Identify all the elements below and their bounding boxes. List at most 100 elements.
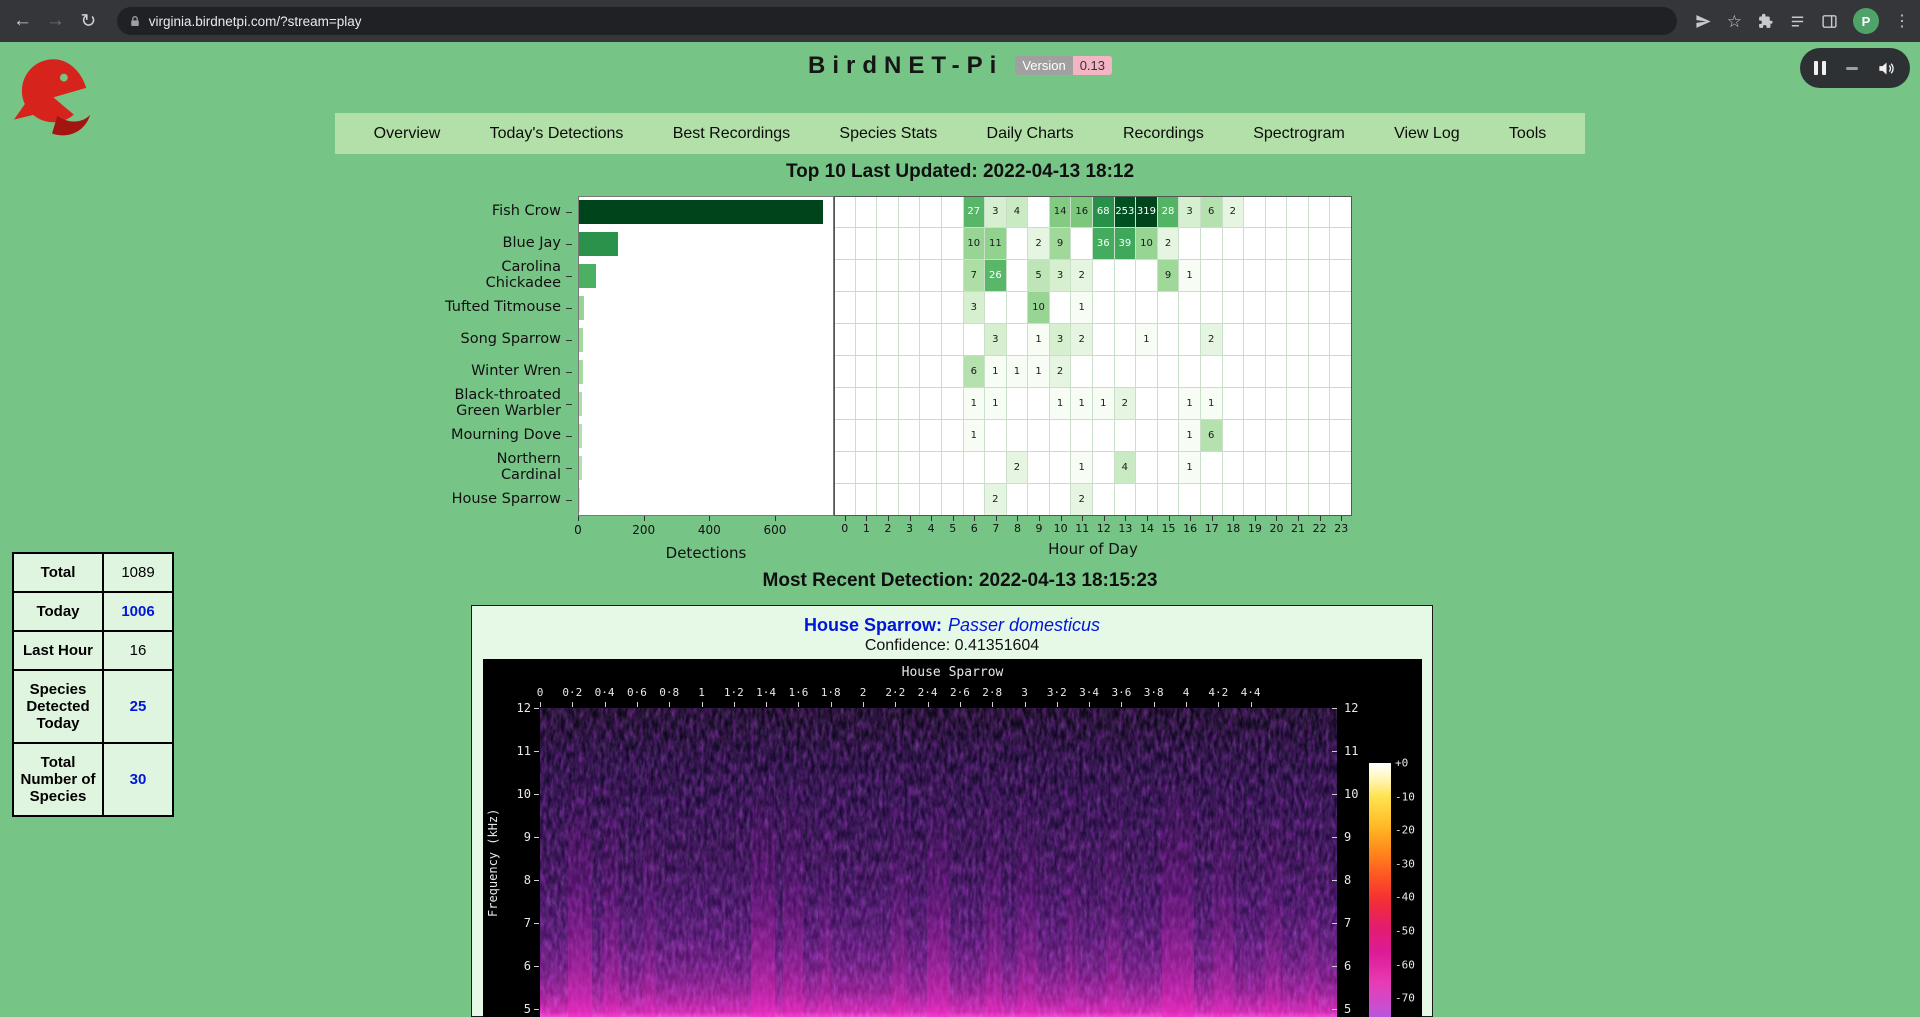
detections-bar [579, 488, 580, 512]
heatmap-cell [1136, 420, 1158, 452]
stat-value[interactable]: 25 [103, 670, 173, 743]
heatmap-cell [1136, 356, 1158, 388]
spectrogram-plot [540, 708, 1337, 1017]
heatmap-cell [899, 452, 921, 484]
version-badge-label: Version [1015, 56, 1072, 75]
kebab-menu-icon[interactable]: ⋮ [1894, 11, 1910, 31]
heatmap-cell [1136, 292, 1158, 324]
nav-item-recordings[interactable]: Recordings [1117, 125, 1210, 143]
version-badge: Version 0.13 [1015, 56, 1112, 75]
confidence-label: Confidence: [865, 637, 950, 654]
heatmap-cell [1179, 484, 1201, 516]
bar-xaxis-label: Detections [578, 544, 834, 562]
heatmap-cell [1266, 484, 1288, 516]
detection-common-name[interactable]: House Sparrow: [804, 615, 942, 635]
reload-button[interactable]: ↻ [76, 6, 101, 36]
spectrogram-time-label: 3·2 [1047, 686, 1067, 699]
heatmap-cell [877, 356, 899, 388]
spectrogram-freq-label-right: 11 [1344, 744, 1358, 758]
nav-item-best-recordings[interactable]: Best Recordings [667, 125, 796, 143]
spectrogram-time-label: 3·6 [1111, 686, 1131, 699]
player-timeline[interactable] [1846, 67, 1858, 70]
species-label: Fish Crow [492, 204, 561, 220]
hour-tick [866, 516, 867, 521]
extensions-icon[interactable] [1757, 13, 1774, 30]
profile-avatar[interactable]: P [1853, 8, 1879, 34]
stat-label: Last Hour [13, 631, 103, 670]
spectrogram-time-tick [734, 702, 735, 707]
stat-value[interactable]: 1006 [103, 592, 173, 631]
detections-bar-plot [578, 196, 834, 516]
nav-item-overview[interactable]: Overview [368, 125, 447, 143]
heatmap-cell [920, 324, 942, 356]
heatmap-cell [1158, 324, 1180, 356]
side-panel-icon[interactable] [1821, 13, 1838, 30]
reading-list-icon[interactable] [1789, 13, 1806, 30]
heatmap-cell: 2 [1050, 356, 1072, 388]
colorbar-tick-label: -50 [1395, 925, 1415, 938]
spectrogram-time-label: 1·4 [756, 686, 776, 699]
stat-value[interactable]: 30 [103, 743, 173, 816]
heatmap-cell [1287, 388, 1309, 420]
spectrogram-time-tick [863, 702, 864, 707]
heatmap-cell [1136, 388, 1158, 420]
heatmap-cell: 1 [1007, 356, 1029, 388]
bar-tick [709, 516, 710, 521]
bookmark-star-icon[interactable]: ☆ [1727, 13, 1742, 30]
nav-item-daily-charts[interactable]: Daily Charts [981, 125, 1080, 143]
heatmap-cell [899, 228, 921, 260]
nav-item-species-stats[interactable]: Species Stats [833, 125, 943, 143]
volume-icon[interactable] [1877, 59, 1896, 78]
heatmap-cell [942, 452, 964, 484]
heatmap-cell: 2 [1115, 388, 1137, 420]
species-row: Song Sparrow [398, 324, 572, 356]
heatmap-cell: 10 [1028, 292, 1050, 324]
stat-label: Today [13, 592, 103, 631]
audio-player[interactable] [1800, 48, 1910, 88]
heatmap-cell [942, 196, 964, 228]
heatmap-cell [1115, 484, 1137, 516]
detections-bar [579, 424, 582, 448]
y-tick-mark [566, 244, 572, 245]
heatmap-cell [1287, 292, 1309, 324]
nav-item-today-s-detections[interactable]: Today's Detections [484, 125, 630, 143]
page-title: BirdNET-Pi [808, 52, 1003, 80]
spectrogram-time-tick [637, 702, 638, 707]
main-nav: Overview Today's Detections Best Recording… [335, 113, 1585, 154]
spectrogram-time-tick [572, 702, 573, 707]
heatmap-cell [1201, 292, 1223, 324]
spectrogram-freq-label-left: 7 [495, 916, 531, 930]
hour-tick-label: 5 [949, 522, 956, 535]
hour-tick [1255, 516, 1256, 521]
forward-button[interactable]: → [43, 6, 68, 36]
heatmap-cell: 36 [1093, 228, 1115, 260]
nav-item-spectrogram[interactable]: Spectrogram [1247, 125, 1351, 143]
heatmap-cell: 6 [964, 356, 986, 388]
heatmap-cell: 2 [1071, 484, 1093, 516]
heatmap-cell [1266, 292, 1288, 324]
heatmap-cell [1007, 228, 1029, 260]
spectrogram-time-tick [1154, 702, 1155, 707]
spectrogram-time-label: 2·4 [918, 686, 938, 699]
heatmap-cell [920, 452, 942, 484]
heatmap-cell [1115, 292, 1137, 324]
heatmap-cell [1309, 292, 1331, 324]
back-button[interactable]: ← [10, 6, 35, 36]
share-icon[interactable] [1695, 13, 1712, 30]
hour-tick-label: 11 [1075, 522, 1089, 535]
species-label: Tufted Titmouse [445, 300, 561, 316]
address-bar[interactable]: virginia.birdnetpi.com/?stream=play [117, 7, 1677, 35]
nav-item-tools[interactable]: Tools [1503, 125, 1552, 143]
heatmap-cell: 1 [985, 356, 1007, 388]
colorbar-tick-label: +0 [1395, 757, 1408, 770]
heatmap-cell: 1 [985, 388, 1007, 420]
heatmap-cell [899, 420, 921, 452]
heatmap-cell: 1 [1071, 452, 1093, 484]
hour-tick [1169, 516, 1170, 521]
pause-icon[interactable] [1814, 61, 1826, 75]
nav-item-view-log[interactable]: View Log [1388, 125, 1466, 143]
heatmap-cell [877, 324, 899, 356]
heatmap-cell: 319 [1136, 196, 1158, 228]
species-row: Winter Wren [398, 356, 572, 388]
heatmap-cell: 7 [964, 260, 986, 292]
